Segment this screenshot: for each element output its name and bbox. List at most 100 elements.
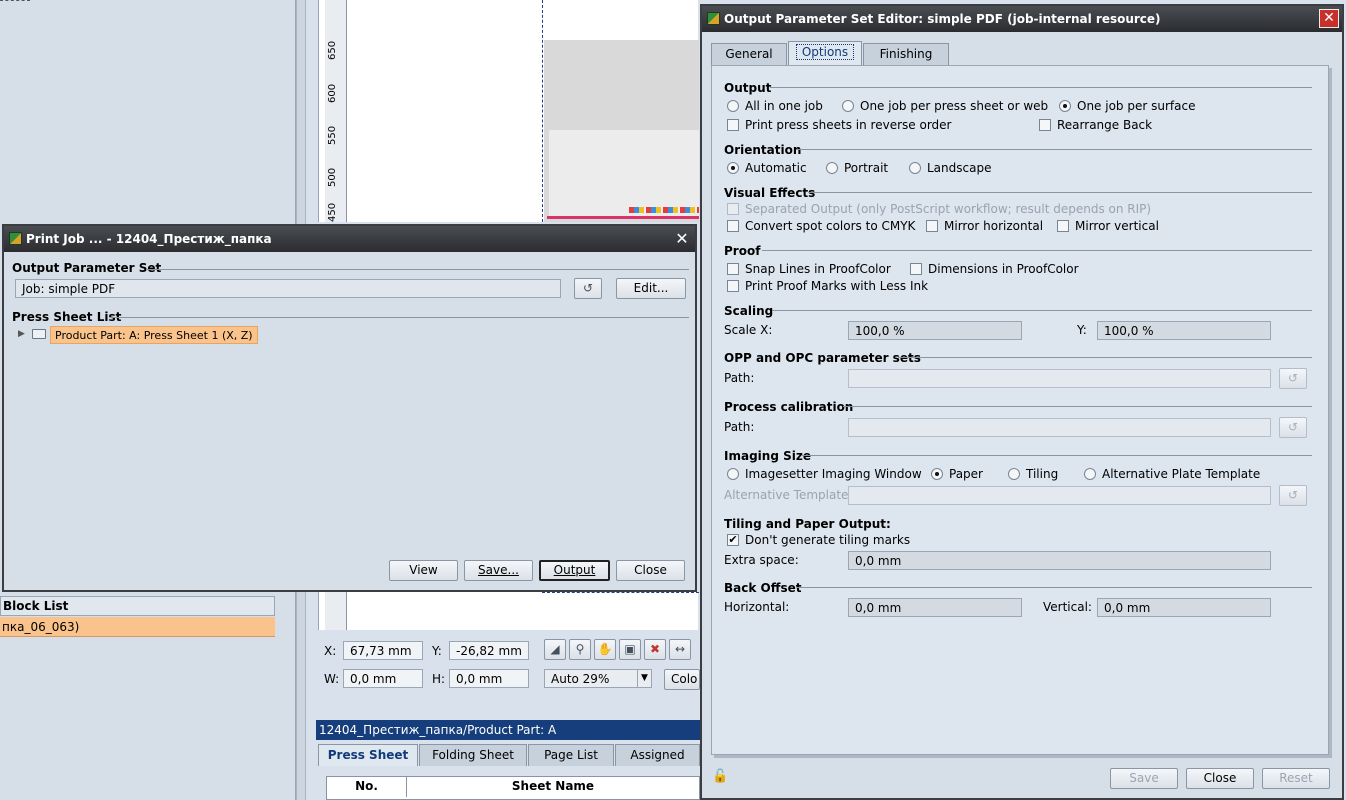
h-coord-field[interactable]: 0,0 mm xyxy=(449,669,529,688)
all-in-one-radio[interactable] xyxy=(727,100,739,112)
tiling-radio[interactable] xyxy=(1008,468,1020,480)
dimensions-label: Dimensions in ProofColor xyxy=(928,262,1079,276)
zoom-tool-icon[interactable]: ⚲ xyxy=(569,639,591,660)
scale-y-field[interactable]: 100,0 % xyxy=(1097,321,1271,340)
refresh-icon[interactable]: ↺ xyxy=(574,278,602,299)
no-tiling-marks-checkbox[interactable]: ✔ xyxy=(727,534,739,546)
scale-x-field[interactable]: 100,0 % xyxy=(848,321,1022,340)
orientation-portrait-radio[interactable] xyxy=(826,162,838,174)
tab-page-list[interactable]: Page List xyxy=(528,744,614,766)
close-icon[interactable]: ✕ xyxy=(673,230,691,248)
left-panel-top-text xyxy=(0,0,30,4)
view-button[interactable]: View xyxy=(389,560,458,581)
reverse-order-checkbox[interactable] xyxy=(727,119,739,131)
orientation-landscape-radio[interactable] xyxy=(909,162,921,174)
y-coord-field[interactable]: -26,82 mm xyxy=(449,641,529,660)
calibration-path-field[interactable] xyxy=(848,418,1271,437)
edit-button[interactable]: Edit... xyxy=(616,278,686,299)
chevron-down-icon: ▼ xyxy=(637,670,651,687)
tab-options[interactable]: Options xyxy=(788,41,862,65)
output-button[interactable]: Output xyxy=(539,560,610,581)
hand-tool-icon[interactable]: ✋ xyxy=(594,639,616,660)
sheet-guide-line-lower xyxy=(542,592,699,593)
save-button[interactable]: Save xyxy=(1110,768,1178,789)
mirror-horizontal-checkbox[interactable] xyxy=(926,220,938,232)
tree-expand-icon[interactable]: ▶ xyxy=(18,329,25,339)
block-list-item-label: пка_06_063) xyxy=(2,620,80,634)
tab-finishing[interactable]: Finishing xyxy=(863,43,949,65)
ops-editor-dialog: Output Parameter Set Editor: simple PDF … xyxy=(700,4,1344,800)
w-coord-label: W: xyxy=(324,672,340,686)
less-ink-checkbox[interactable] xyxy=(727,280,739,292)
block-list-title: Block List xyxy=(3,599,69,613)
close-button[interactable]: Close xyxy=(616,560,685,581)
w-coord-field[interactable]: 0,0 mm xyxy=(343,669,423,688)
alt-template-field[interactable] xyxy=(848,486,1271,505)
save-button-label: Save... xyxy=(478,563,519,577)
tiling-label: Tiling xyxy=(1026,467,1059,481)
opp-path-field[interactable] xyxy=(848,369,1271,388)
reverse-order-label: Print press sheets in reverse order xyxy=(745,118,952,132)
save-button[interactable]: Save... xyxy=(464,560,533,581)
fit-width-icon[interactable]: ↔ xyxy=(669,639,691,660)
horizontal-offset-field[interactable]: 0,0 mm xyxy=(848,598,1022,617)
imaging-section-label: Imaging Size xyxy=(724,449,811,463)
separated-output-label: Separated Output (only PostScript workfl… xyxy=(745,202,1152,216)
spot-to-cmyk-checkbox[interactable] xyxy=(727,220,739,232)
alt-template-browse-icon[interactable]: ↺ xyxy=(1279,485,1307,506)
select-tool-icon[interactable]: ◢ xyxy=(544,639,566,660)
orientation-portrait-label: Portrait xyxy=(844,161,889,175)
close-button[interactable]: Close xyxy=(1186,768,1254,789)
vertical-ruler-lower xyxy=(325,592,347,630)
column-header-sheet-name[interactable]: Sheet Name xyxy=(408,777,698,797)
unlock-icon[interactable]: 🔓 xyxy=(712,769,728,784)
per-surface-radio[interactable] xyxy=(1059,100,1071,112)
extra-space-field[interactable]: 0,0 mm xyxy=(848,551,1271,570)
ops-editor-titlebar[interactable]: Output Parameter Set Editor: simple PDF … xyxy=(702,6,1342,32)
x-coord-field[interactable]: 67,73 mm xyxy=(343,641,423,660)
column-header-no[interactable]: No. xyxy=(327,777,407,797)
opp-path-label: Path: xyxy=(724,371,755,385)
tab-folding-sheet[interactable]: Folding Sheet xyxy=(419,744,527,766)
tab-general[interactable]: General xyxy=(711,43,787,65)
mirror-horizontal-label: Mirror horizontal xyxy=(944,219,1044,233)
calibration-browse-icon[interactable]: ↺ xyxy=(1279,417,1307,438)
paper-radio[interactable] xyxy=(931,468,943,480)
orientation-automatic-radio[interactable] xyxy=(727,162,739,174)
imaging-separator xyxy=(802,455,1312,456)
reset-button[interactable]: Reset xyxy=(1262,768,1330,789)
tab-press-sheet[interactable]: Press Sheet xyxy=(318,744,418,766)
dimensions-checkbox[interactable] xyxy=(910,263,922,275)
tiling-section-label: Tiling and Paper Output: xyxy=(724,517,891,531)
opp-browse-icon[interactable]: ↺ xyxy=(1279,368,1307,389)
print-job-titlebar[interactable]: Print Job ... - 12404_Престиж_папка ✕ xyxy=(4,226,695,252)
breadcrumb: 12404_Престиж_папка/Product Part: A xyxy=(316,720,700,740)
snap-lines-checkbox[interactable] xyxy=(727,263,739,275)
delete-tool-icon[interactable]: ✖ xyxy=(644,639,666,660)
tree-item-press-sheet[interactable]: Product Part: A: Press Sheet 1 (X, Z) xyxy=(50,326,258,344)
sheet-edge xyxy=(547,216,699,219)
ruler-tick-label: 650 xyxy=(327,40,338,60)
imagesetter-radio[interactable] xyxy=(727,468,739,480)
layout-canvas[interactable]: 650 600 550 500 450 xyxy=(318,0,699,222)
visual-effects-section-label: Visual Effects xyxy=(724,186,816,200)
crop-tool-icon[interactable]: ▣ xyxy=(619,639,641,660)
per-press-sheet-radio[interactable] xyxy=(842,100,854,112)
vertical-offset-field[interactable]: 0,0 mm xyxy=(1097,598,1271,617)
close-icon[interactable]: ✕ xyxy=(1319,9,1339,28)
ops-field[interactable]: Job: simple PDF xyxy=(15,279,561,298)
alt-plate-label: Alternative Plate Template xyxy=(1102,467,1261,481)
zoom-select[interactable]: Auto 29% ▼ xyxy=(544,669,652,688)
no-tiling-marks-label: Don't generate tiling marks xyxy=(745,533,911,547)
mirror-vertical-checkbox[interactable] xyxy=(1057,220,1069,232)
orientation-automatic-label: Automatic xyxy=(745,161,807,175)
color-button[interactable]: Colo xyxy=(664,669,700,690)
separated-output-checkbox[interactable] xyxy=(727,203,739,215)
rearrange-back-checkbox[interactable] xyxy=(1039,119,1051,131)
mirror-vertical-label: Mirror vertical xyxy=(1075,219,1159,233)
calibration-separator xyxy=(843,406,1312,407)
alt-plate-radio[interactable] xyxy=(1084,468,1096,480)
sheet-inner xyxy=(549,130,699,218)
block-list-item[interactable]: пка_06_063) xyxy=(0,617,275,637)
tab-assigned[interactable]: Assigned xyxy=(615,744,700,766)
